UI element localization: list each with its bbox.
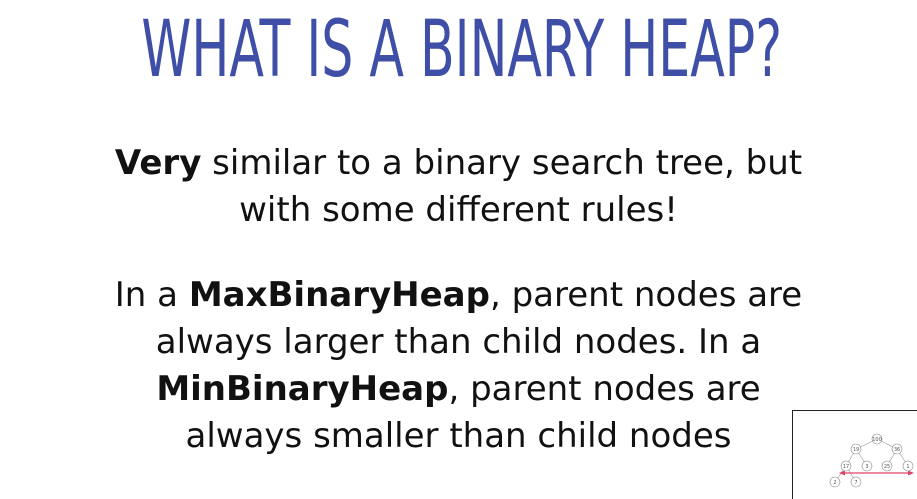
slide-title: WHAT IS A BINARY HEAP? <box>141 5 783 95</box>
tree-node: 25 <box>881 460 893 472</box>
rules-line-3-post: , parent nodes are <box>448 369 761 409</box>
tree-node-label: 1 <box>906 464 909 470</box>
rules-line-4: always smaller than child nodes <box>185 416 732 456</box>
tree-node: 19 <box>850 443 862 455</box>
slide: WHAT IS A BINARY HEAP? Very similar to a… <box>0 0 917 499</box>
tree-node: 1 <box>902 460 914 472</box>
bold-very: Very <box>114 143 202 183</box>
tree-node: 100 <box>871 433 883 445</box>
heap-tree-diagram: 100 19 36 17 3 25 1 2 7 <box>829 433 914 488</box>
bold-maxbinaryheap: MaxBinaryHeap <box>188 275 490 315</box>
tree-node-label: 17 <box>843 464 849 470</box>
rules-line-1-pre: In a <box>114 275 189 315</box>
tree-node-label: 19 <box>853 447 859 453</box>
bold-minbinaryheap: MinBinaryHeap <box>156 369 449 409</box>
intro-line-1: Very similar to a binary search tree, bu… <box>0 140 917 187</box>
heap-rules-paragraph: In a MaxBinaryHeap, parent nodes are alw… <box>0 272 917 460</box>
tree-node: 17 <box>840 460 852 472</box>
rules-line-1: In a MaxBinaryHeap, parent nodes are <box>0 272 917 319</box>
rules-line-3: MinBinaryHeap, parent nodes are <box>0 366 917 413</box>
tree-node: 7 <box>850 476 862 488</box>
tree-node-label: 3 <box>865 464 868 470</box>
intro-paragraph: Very similar to a binary search tree, bu… <box>0 140 917 234</box>
arrow-right-head <box>908 470 914 476</box>
rules-line-1-post: , parent nodes are <box>489 275 803 315</box>
rules-line-2: always larger than child nodes. In a <box>155 322 762 362</box>
tree-node-label: 36 <box>894 447 900 453</box>
heap-diagram-thumbnail: 100 19 36 17 3 25 1 2 7 <box>792 410 917 499</box>
tree-node-label: 7 <box>854 480 857 486</box>
tree-node: 3 <box>861 460 873 472</box>
tree-node-label: 2 <box>833 480 836 486</box>
tree-node: 36 <box>891 443 903 455</box>
tree-node-label: 100 <box>872 437 882 443</box>
intro-line-2: with some different rules! <box>239 190 678 230</box>
tree-node: 2 <box>829 476 841 488</box>
intro-line-1-rest: similar to a binary search tree, but <box>201 143 803 183</box>
tree-node-label: 25 <box>884 464 890 470</box>
